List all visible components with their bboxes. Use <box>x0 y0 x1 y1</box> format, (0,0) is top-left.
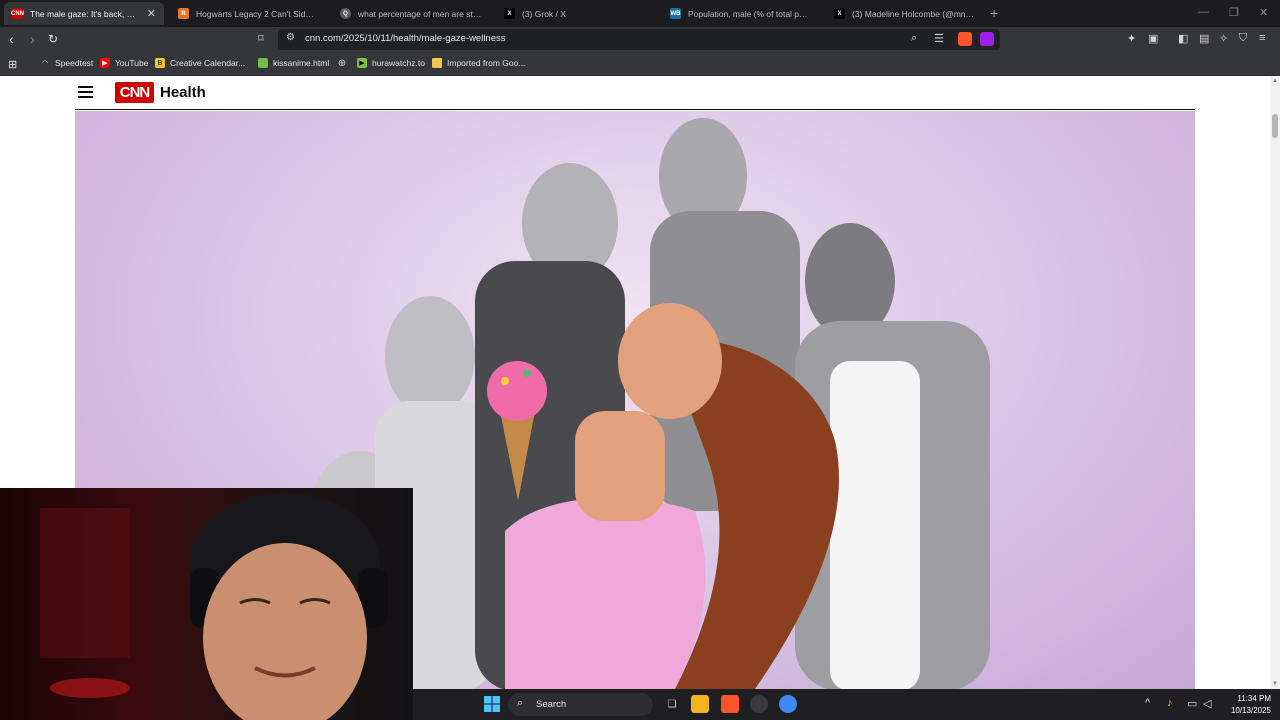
tab-title: Hogwarts Legacy 2 Can't Side-Step T <box>196 8 316 19</box>
new-tab-icon[interactable]: + <box>990 5 998 21</box>
section-title[interactable]: Health <box>160 84 206 101</box>
bookmark-speedtest[interactable]: ◠ Speedtest <box>40 58 93 68</box>
search-icon: ⌕ <box>517 697 524 709</box>
ice-cream-topping <box>523 369 531 377</box>
back-icon[interactable]: ‹ <box>9 31 14 47</box>
menu-icon[interactable]: ≡ <box>1259 32 1265 44</box>
folder-icon <box>432 58 442 68</box>
x-logo-icon: X <box>504 8 515 19</box>
vpn-icon[interactable]: ⛉ <box>1239 32 1247 45</box>
reload-icon[interactable]: ↻ <box>48 32 58 46</box>
person-silhouette <box>575 411 665 521</box>
person-silhouette <box>830 361 920 689</box>
globe-icon: ⊕ <box>337 57 347 69</box>
brave-browser-icon[interactable] <box>721 695 739 713</box>
background-light <box>40 508 130 658</box>
taskbar-search[interactable]: ⌕ Search <box>508 693 653 716</box>
bookmark-hurawatch[interactable]: ▶ hurawatchz.to <box>357 58 425 68</box>
task-view-icon[interactable]: ❑ <box>663 695 681 713</box>
tab-title: what percentage of men are straight <box>358 8 482 19</box>
minimize-icon[interactable]: — <box>1198 6 1209 18</box>
brave-rewards-icon[interactable] <box>980 32 994 46</box>
volume-icon[interactable]: ◁ <box>1203 697 1211 710</box>
cnn-header: CNN Health <box>75 76 1195 110</box>
bookmark-kissanime[interactable]: kissanime.html <box>258 58 329 68</box>
network-icon[interactable]: ▭ <box>1187 697 1197 710</box>
bookmark-icon[interactable]: ⌑ <box>258 32 264 45</box>
close-window-icon[interactable]: ✕ <box>1259 6 1268 19</box>
ice-cream-scoop <box>487 361 547 421</box>
leo-ai-icon[interactable]: ✧ <box>1219 32 1228 45</box>
zoom-icon[interactable]: ⌕ <box>911 32 917 45</box>
search-favicon-icon: Q <box>340 8 351 19</box>
person-silhouette <box>505 497 706 689</box>
tab-holcombe[interactable]: X (3) Madeline Holcombe (@mnholcon <box>826 2 984 25</box>
scrollbar-thumb[interactable] <box>1272 114 1278 138</box>
extensions-icon[interactable]: ✦ <box>1127 32 1136 45</box>
hamburger-menu-icon[interactable] <box>78 86 93 98</box>
tab-search-icon[interactable]: ▤ <box>1199 32 1209 45</box>
tab-title: (3) Madeline Holcombe (@mnholcon <box>852 8 976 19</box>
file-explorer-icon[interactable] <box>691 695 709 713</box>
leaf-icon <box>258 58 268 68</box>
site-info-icon[interactable]: ⚙ <box>286 32 295 43</box>
chrome-icon[interactable] <box>779 695 797 713</box>
speedometer-icon: ◠ <box>41 60 49 67</box>
cnn-favicon-icon: CNN <box>11 8 24 19</box>
scroll-down-icon[interactable]: ▼ <box>1272 681 1278 687</box>
reader-mode-icon[interactable]: ☰ <box>934 32 944 45</box>
tab-strip: CNN The male gaze: It's back, and it's ✕… <box>0 0 1280 27</box>
cnn-logo[interactable]: CNN <box>115 82 154 103</box>
webcam-feed <box>40 493 388 720</box>
browser-toolbar: ‹ › ↻ ⌑ ⚙ cnn.com/2025/10/11/health/male… <box>0 27 1280 52</box>
tab-cnn[interactable]: CNN The male gaze: It's back, and it's ✕ <box>4 2 164 25</box>
bookmarks-bar: ⊞ ◠ Speedtest ▶ YouTube B Creative Calendar… <box>0 52 1280 76</box>
site-favicon-icon: R <box>178 8 189 19</box>
windows-start-icon[interactable] <box>483 695 501 713</box>
tab-grok[interactable]: X (3) Grok / X <box>496 2 654 25</box>
wallet-icon[interactable]: ▣ <box>1148 32 1158 45</box>
x-logo-icon: X <box>834 8 845 19</box>
person-silhouette <box>385 296 475 416</box>
obs-icon[interactable] <box>750 695 768 713</box>
tab-search[interactable]: Q what percentage of men are straight <box>332 2 490 25</box>
tab-title: (3) Grok / X <box>522 8 566 19</box>
system-clock[interactable]: 11:34 PM 10/13/2025 <box>1223 693 1271 717</box>
forward-icon[interactable]: › <box>30 31 35 47</box>
ice-cream-topping <box>501 377 509 385</box>
brave-shields-icon[interactable] <box>958 32 972 46</box>
address-bar[interactable]: ⚙ cnn.com/2025/10/11/health/male-gaze-we… <box>278 29 1000 50</box>
youtube-icon: ▶ <box>100 58 110 68</box>
worldbank-favicon-icon: WB <box>670 8 681 19</box>
bookmark-creative-calendar[interactable]: B Creative Calendar... <box>155 58 245 68</box>
tray-overflow-icon[interactable]: ^ <box>1145 697 1150 709</box>
tab-population[interactable]: WB Population, male (% of total populati <box>662 2 820 25</box>
background-light <box>50 678 130 698</box>
tab-title: Population, male (% of total populati <box>688 8 812 19</box>
tab-hogwarts[interactable]: R Hogwarts Legacy 2 Can't Side-Step T <box>170 2 324 25</box>
bookmark-youtube[interactable]: ▶ YouTube <box>100 58 148 68</box>
person-silhouette <box>618 303 722 419</box>
apps-grid-icon[interactable]: ⊞ <box>8 58 17 71</box>
microphone-icon[interactable]: ♪ <box>1167 697 1173 709</box>
taskbar-search-label: Search <box>536 699 567 710</box>
bookmark-globe[interactable]: ⊕ <box>337 57 352 69</box>
calendar-icon: B <box>155 58 165 68</box>
bookmark-folder-imported[interactable]: Imported from Goo... <box>432 58 525 68</box>
windows-taskbar: ⌕ Search ❑ ^ ♪ ▭ ◁ 11:34 PM 10/13/2025 <box>413 689 1280 720</box>
webcam-overlay <box>0 488 413 720</box>
scroll-up-icon[interactable]: ▲ <box>1272 78 1278 84</box>
play-icon: ▶ <box>357 58 367 68</box>
sidebar-icon[interactable]: ◧ <box>1178 32 1188 45</box>
page-scrollbar[interactable]: ▲ ▼ <box>1270 76 1280 689</box>
url-text[interactable]: cnn.com/2025/10/11/health/male-gaze-well… <box>305 33 506 44</box>
close-tab-icon[interactable]: ✕ <box>147 7 156 20</box>
tab-title: The male gaze: It's back, and it's <box>30 8 139 19</box>
restore-icon[interactable]: ❐ <box>1229 6 1239 19</box>
